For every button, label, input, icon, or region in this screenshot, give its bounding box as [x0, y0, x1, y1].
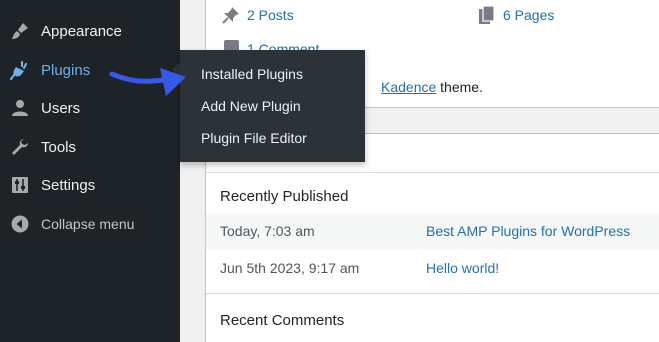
wrench-icon [9, 136, 31, 158]
recent-comments-heading: Recent Comments [220, 312, 345, 329]
plugins-submenu: Installed Plugins Add New Plugin Plugin … [180, 50, 365, 162]
post-date: Jun 5th 2023, 9:17 am [220, 260, 360, 276]
menu-label-plugins: Plugins [41, 61, 91, 79]
pages-icon [478, 5, 496, 30]
theme-suffix: theme. [436, 79, 483, 95]
pointer-arrow-icon [109, 68, 186, 96]
submenu-add-new-plugin[interactable]: Add New Plugin [201, 98, 301, 114]
plugin-icon [9, 59, 31, 81]
submenu-plugin-file-editor[interactable]: Plugin File Editor [201, 130, 307, 146]
admin-sidebar: Appearance Plugins Users Tools Settings … [0, 0, 180, 342]
sliders-icon [9, 174, 31, 196]
menu-label-settings: Settings [41, 176, 96, 194]
activity-card: Recently Published Today, 7:03 am Best A… [205, 133, 659, 342]
users-icon [9, 97, 31, 119]
menu-label-users: Users [41, 99, 81, 117]
menu-label-tools: Tools [41, 138, 77, 156]
pages-count-link[interactable]: 6 Pages [503, 7, 554, 23]
theme-info: Kadence theme. [381, 79, 483, 95]
recently-published-heading: Recently Published [220, 188, 349, 205]
collapse-icon [9, 213, 31, 235]
submenu-installed-plugins[interactable]: Installed Plugins [201, 66, 303, 82]
menu-item-appearance[interactable]: Appearance [0, 12, 180, 50]
pushpin-icon [221, 5, 241, 30]
post-link[interactable]: Best AMP Plugins for WordPress [426, 223, 630, 239]
menu-item-tools[interactable]: Tools [0, 128, 180, 166]
post-link[interactable]: Hello world! [426, 260, 499, 276]
menu-item-settings[interactable]: Settings [0, 166, 180, 204]
divider [206, 293, 659, 294]
activity-row: Jun 5th 2023, 9:17 am Hello world! [206, 250, 659, 287]
menu-label-collapse: Collapse menu [41, 216, 135, 232]
activity-row: Today, 7:03 am Best AMP Plugins for Word… [206, 213, 659, 250]
posts-count-link[interactable]: 2 Posts [247, 7, 294, 23]
collapse-menu-button[interactable]: Collapse menu [0, 205, 180, 243]
menu-label-appearance: Appearance [41, 22, 122, 40]
divider [206, 172, 659, 173]
paintbrush-icon [9, 20, 31, 42]
theme-link[interactable]: Kadence [381, 79, 436, 95]
post-date: Today, 7:03 am [220, 223, 315, 239]
